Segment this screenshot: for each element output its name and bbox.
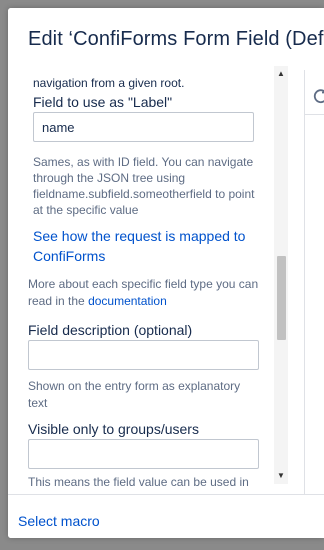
triangle-down-icon[interactable]: ▼: [274, 470, 288, 482]
field-type-help-line: read in the documentation: [28, 293, 258, 310]
macro-parameters-pane[interactable]: navigation from a given root. Field to u…: [8, 70, 296, 494]
description-help-line: Shown on the entry form as explanatory: [28, 379, 241, 393]
visible-to-field-label: Visible only to groups/users: [28, 421, 199, 437]
field-type-help: More about each specific field type you …: [28, 276, 258, 310]
mapping-link-line[interactable]: ConfiForms: [33, 246, 245, 266]
dialog-title: Edit ‘ConfiForms Form Field (Defi: [28, 28, 324, 50]
label-field-input[interactable]: [33, 112, 254, 142]
form-scrollbar[interactable]: ▲ ▼: [274, 66, 288, 484]
select-macro-link[interactable]: Select macro: [18, 513, 100, 529]
label-help-line: fieldname.subfield.someotherfield to poi…: [33, 187, 255, 201]
request-mapping-link[interactable]: See how the request is mapped to ConfiFo…: [33, 226, 245, 266]
refresh-icon[interactable]: [311, 86, 324, 106]
field-type-help-prefix: read in the: [28, 294, 85, 308]
field-type-help-line: More about each specific field type you …: [28, 277, 259, 291]
description-field-label: Field description (optional): [28, 322, 193, 338]
description-field-input[interactable]: [28, 340, 259, 370]
intro-text: navigation from a given root.: [33, 76, 185, 90]
documentation-link[interactable]: documentation: [88, 294, 167, 308]
label-help-line: Sames, as with ID field. You can navigat…: [33, 155, 254, 169]
mapping-link-line[interactable]: See how the request is mapped to: [33, 226, 245, 246]
label-help-line: at the specific value: [33, 203, 139, 217]
macro-preview-pane: [304, 70, 324, 494]
triangle-up-icon[interactable]: ▲: [274, 68, 288, 80]
label-field-help: Sames, as with ID field. You can navigat…: [33, 154, 254, 218]
scrollbar-thumb[interactable]: [277, 256, 286, 340]
label-help-line: through the JSON tree using: [33, 171, 186, 185]
dialog-header: Edit ‘ConfiForms Form Field (Defi: [8, 8, 324, 71]
label-field-label: Field to use as "Label": [33, 94, 173, 110]
description-help-line: text: [28, 396, 48, 410]
visible-to-field-help: This means the field value can be used i…: [28, 475, 249, 489]
preview-divider: [305, 114, 324, 115]
description-field-help: Shown on the entry form as explanatory t…: [28, 378, 240, 412]
visible-to-field-input[interactable]: [28, 439, 259, 469]
dialog-footer: Select macro: [8, 494, 324, 538]
